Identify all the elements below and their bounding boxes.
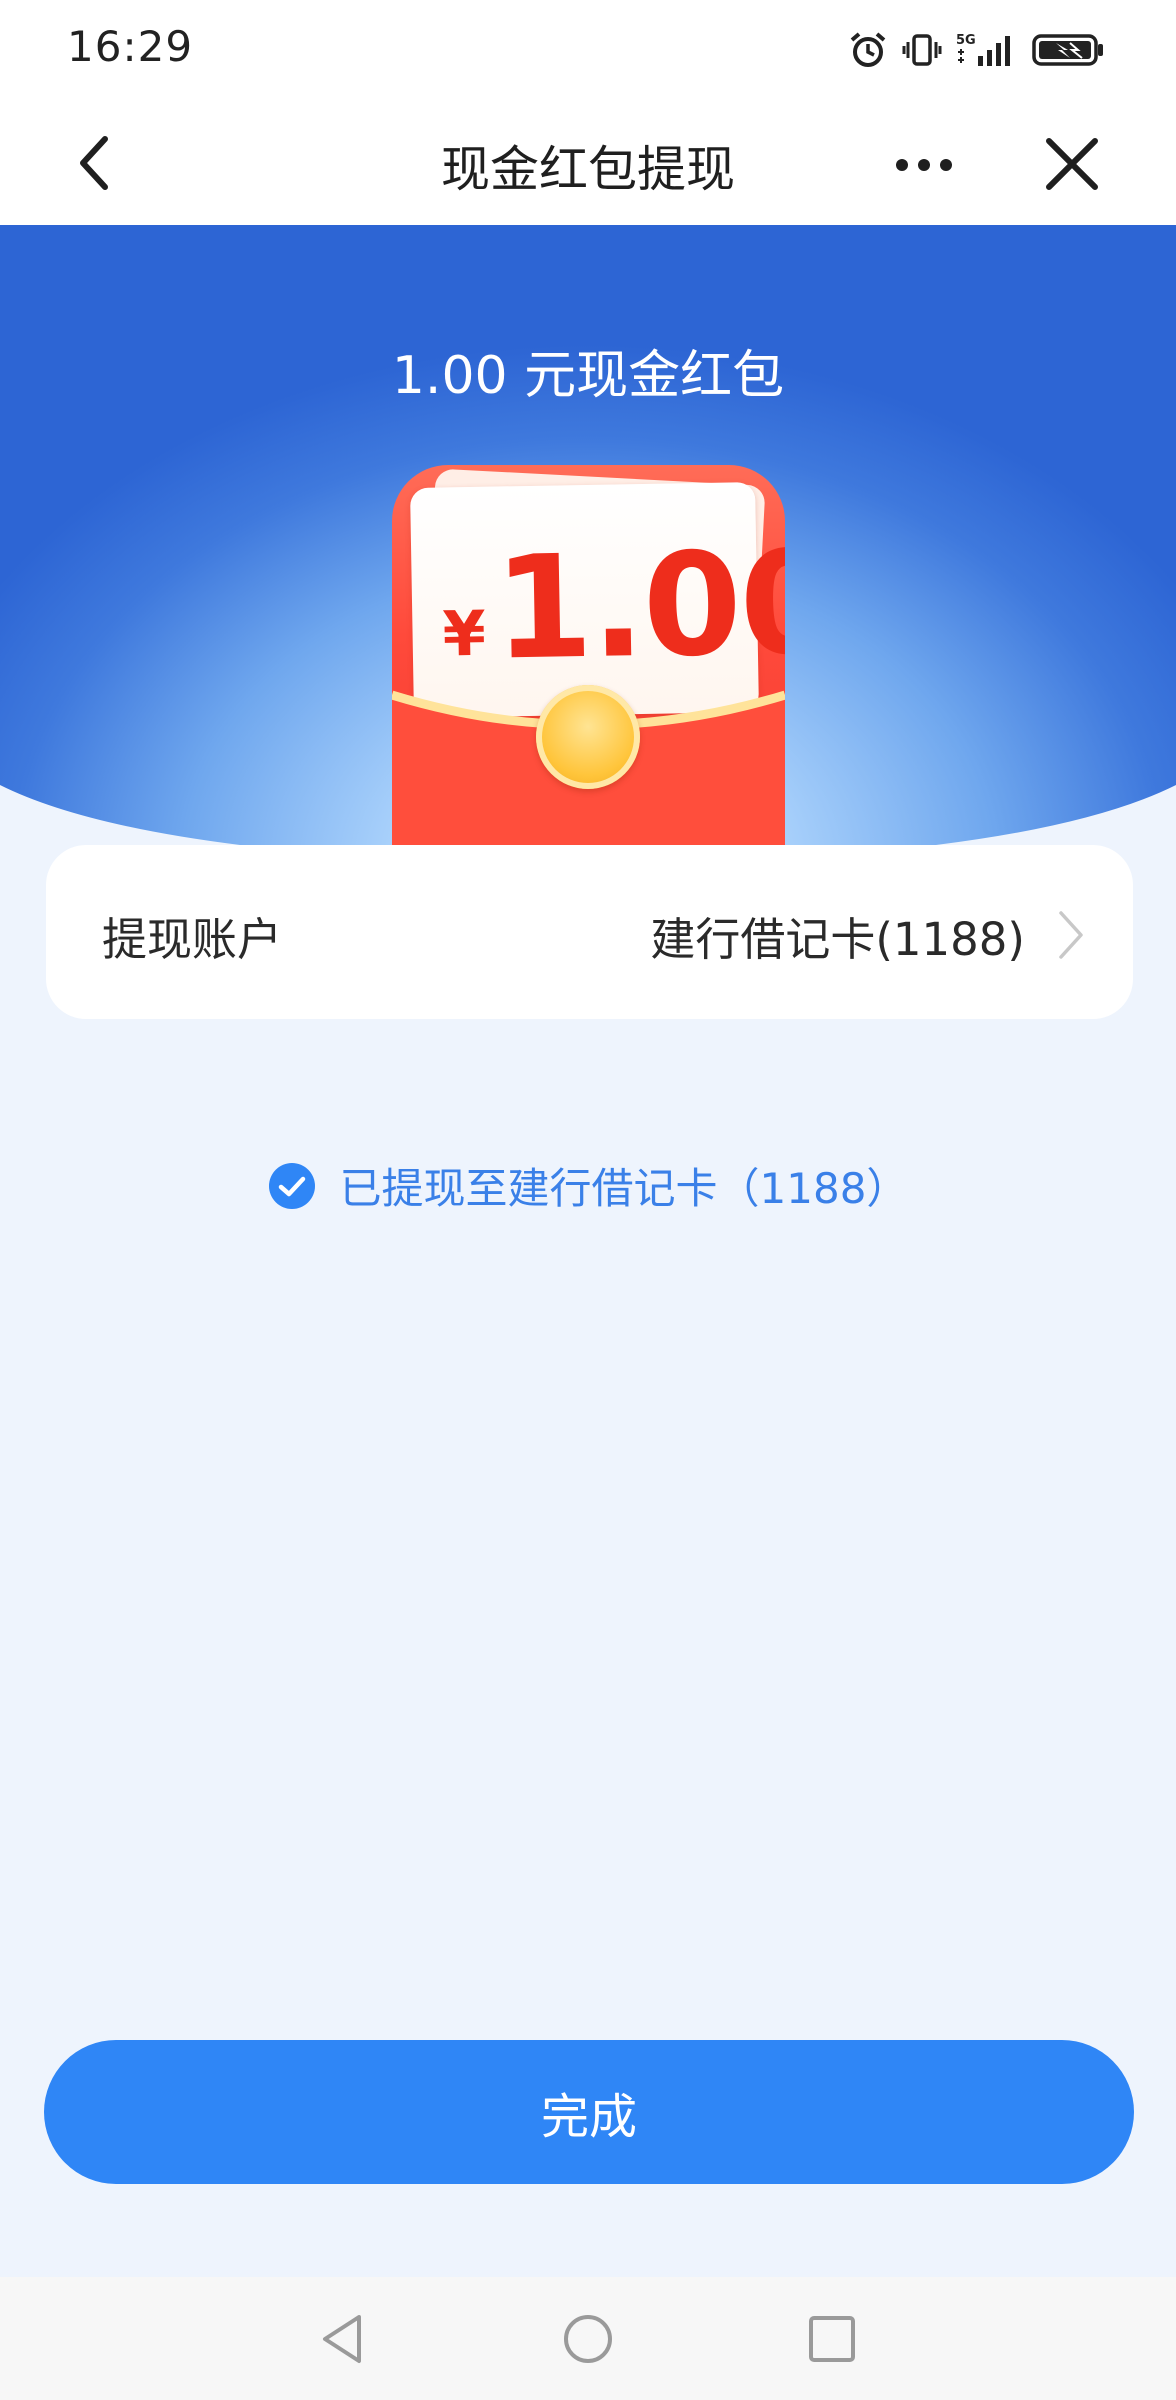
chevron-right-icon [1059,911,1083,959]
hero-title: 1.00 元现金红包 [391,346,785,406]
status-bar: 16:29 5G [0,0,1176,100]
triangle-back-icon [323,2315,361,2363]
more-button[interactable] [888,135,960,195]
vibrate-icon [902,30,942,70]
system-home-button[interactable] [556,2307,620,2371]
system-back-button[interactable] [310,2307,374,2371]
navigation-bar: 现金红包提现 [0,100,1176,225]
envelope-card: ¥ 1.00 [410,482,785,718]
page-title: 现金红包提现 [440,141,735,198]
status-message: 已提现至建行借记卡（1188） [339,1164,909,1213]
svg-text:5G: 5G [956,33,976,48]
check-circle-icon [268,1162,315,1209]
circle-home-icon [564,2315,612,2363]
envelope-seal [536,685,640,789]
square-recents-icon [809,2316,855,2362]
done-button[interactable]: 完成 [44,2040,1134,2184]
status-icons: 5G [848,28,1106,72]
5g-signal-icon: 5G [956,30,1018,70]
system-navigation-bar [0,2277,1176,2400]
account-value: 建行借记卡(1188) [650,913,1025,966]
withdraw-page: 16:29 5G 现金红包提现 1.00 元现金红包 ¥ 1.00 提现账户 建… [0,0,1176,2400]
envelope-amount: 1.00 [492,520,785,692]
more-horizontal-icon [896,159,952,171]
account-label: 提现账户 [102,913,283,966]
withdraw-status: 已提现至建行借记卡（1188） [0,1155,1176,1216]
system-recents-button[interactable] [800,2307,864,2371]
alarm-icon [848,30,888,70]
battery-charging-icon [1032,30,1106,70]
red-envelope: ¥ 1.00 [392,465,785,845]
withdraw-account-row[interactable]: 提现账户 建行借记卡(1188) [46,845,1133,1019]
envelope-body: ¥ 1.00 [392,465,785,845]
close-button[interactable] [1036,128,1108,200]
status-time: 16:29 [67,22,194,71]
envelope-currency: ¥ [441,596,487,671]
close-icon [1046,138,1098,190]
